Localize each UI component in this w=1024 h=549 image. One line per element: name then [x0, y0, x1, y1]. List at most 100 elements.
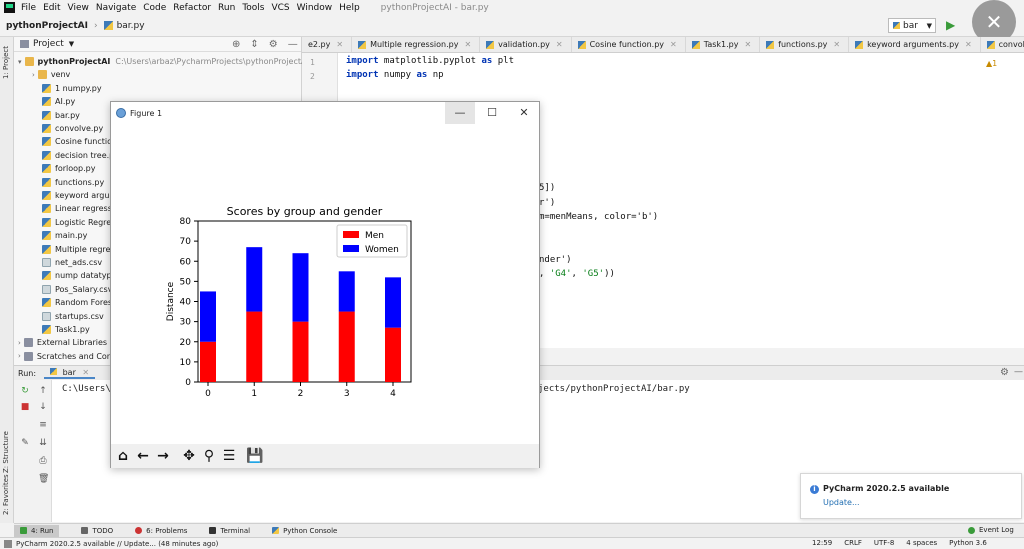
- favorites-tool-tab[interactable]: 2: Favorites: [2, 474, 10, 515]
- minimize-button[interactable]: —: [445, 102, 475, 124]
- subplots-config-icon[interactable]: ☰: [219, 446, 239, 466]
- file-encoding[interactable]: UTF-8: [874, 539, 894, 547]
- home-icon[interactable]: ⌂: [113, 446, 133, 466]
- menu-item-window[interactable]: Window: [297, 3, 333, 13]
- run-tool-tab[interactable]: 4: Run: [14, 524, 60, 537]
- tree-item[interactable]: net_ads.csv: [42, 256, 102, 269]
- hide-icon[interactable]: —: [288, 39, 298, 50]
- chevron-right-icon[interactable]: ›: [32, 71, 35, 79]
- tree-item[interactable]: decision tree.py: [42, 149, 119, 162]
- arrow-up-icon[interactable]: ↑: [38, 386, 48, 396]
- editor-tab[interactable]: keyword arguments.py ✕: [849, 37, 981, 52]
- close-icon[interactable]: ✕: [336, 40, 343, 49]
- chevron-down-icon[interactable]: ▼: [69, 40, 74, 48]
- tree-item[interactable]: keyword argum: [42, 189, 117, 202]
- tree-item[interactable]: startups.csv: [42, 310, 104, 323]
- menu-item-tools[interactable]: Tools: [242, 3, 264, 13]
- pin-icon[interactable]: ✎: [20, 438, 30, 448]
- close-icon[interactable]: ✕: [965, 40, 972, 49]
- menu-item-edit[interactable]: Edit: [43, 3, 60, 13]
- figure-canvas[interactable]: Scores by group and gender Distance 0 10 20 3…: [111, 124, 539, 444]
- editor-tab[interactable]: Task1.py ✕: [686, 37, 761, 52]
- interpreter-setting[interactable]: Python 3.6: [949, 539, 987, 547]
- tree-item[interactable]: Cosine function: [42, 135, 117, 148]
- event-log-tool-tab[interactable]: Event Log: [968, 526, 1014, 534]
- hide-icon[interactable]: —: [1014, 367, 1023, 377]
- menu-item-help[interactable]: Help: [339, 3, 360, 13]
- tree-item[interactable]: Logistic Regres: [42, 216, 115, 229]
- editor-tab[interactable]: e2.py ✕: [302, 37, 353, 52]
- caret-position[interactable]: 12:59: [812, 539, 832, 547]
- chevron-right-icon[interactable]: ›: [18, 352, 21, 360]
- maximize-button[interactable]: ☐: [477, 102, 507, 124]
- todo-tool-tab[interactable]: TODO: [75, 527, 113, 535]
- warning-indicator[interactable]: ▲1: [986, 59, 997, 68]
- editor-tab[interactable]: validation.py ✕: [480, 37, 572, 52]
- breadcrumb-file[interactable]: bar.py: [117, 21, 145, 31]
- chevron-down-icon[interactable]: ▾: [18, 58, 22, 66]
- tree-item[interactable]: convolve.py: [42, 122, 103, 135]
- line-separator[interactable]: CRLF: [844, 539, 862, 547]
- editor-tab[interactable]: Cosine function.py ✕: [572, 37, 686, 52]
- print-icon[interactable]: ⎙: [38, 456, 48, 466]
- tree-item[interactable]: functions.py: [42, 176, 104, 189]
- chevron-right-icon[interactable]: ›: [18, 339, 21, 347]
- run-icon[interactable]: ▶: [946, 18, 960, 33]
- tree-item[interactable]: Task1.py: [42, 323, 90, 336]
- scroll-to-end-icon[interactable]: ⇊: [38, 438, 48, 448]
- tree-item[interactable]: bar.py: [42, 109, 80, 122]
- run-config-dropdown[interactable]: bar ▼: [888, 18, 936, 33]
- tree-item[interactable]: AI.py: [42, 95, 75, 108]
- breadcrumb-project[interactable]: pythonProjectAI: [6, 21, 88, 31]
- locate-icon[interactable]: ⊕: [232, 39, 240, 50]
- structure-tool-tab[interactable]: Z: Structure: [2, 431, 10, 473]
- tree-item[interactable]: ▾ pythonProjectAI C:\Users\arbaz\PycharmPr…: [18, 55, 309, 68]
- trash-icon[interactable]: 🗑: [38, 474, 49, 484]
- tree-item[interactable]: › External Libraries: [18, 336, 107, 349]
- menu-item-refactor[interactable]: Refactor: [173, 3, 211, 13]
- tree-item[interactable]: Linear regressic: [42, 202, 119, 215]
- menu-item-file[interactable]: File: [21, 3, 36, 13]
- save-icon[interactable]: 💾: [245, 446, 265, 466]
- tree-item[interactable]: main.py: [42, 229, 87, 242]
- forward-arrow-icon[interactable]: →: [153, 446, 173, 466]
- editor-tab[interactable]: functions.py ✕: [760, 37, 850, 52]
- tree-item[interactable]: › Scratches and Cons: [18, 350, 116, 363]
- close-icon[interactable]: ✕: [82, 368, 89, 377]
- terminal-tool-tab[interactable]: Terminal: [203, 527, 250, 535]
- arrow-down-icon[interactable]: ↓: [38, 402, 48, 412]
- tree-item[interactable]: Pos_Salary.csv: [42, 283, 112, 296]
- project-tool-tab[interactable]: 1: Project: [2, 46, 10, 79]
- gear-icon[interactable]: ⚙: [269, 39, 278, 50]
- project-panel-title[interactable]: Project: [33, 39, 64, 49]
- zoom-icon[interactable]: ⚲: [199, 446, 219, 466]
- back-arrow-icon[interactable]: ←: [133, 446, 153, 466]
- menu-item-vcs[interactable]: VCS: [271, 3, 289, 13]
- figure-title-bar[interactable]: Figure 1 — ☐ ✕: [111, 102, 539, 124]
- indent-setting[interactable]: 4 spaces: [906, 539, 937, 547]
- tree-item[interactable]: › venv: [32, 68, 70, 81]
- problems-tool-tab[interactable]: 6: Problems: [129, 527, 187, 535]
- update-link[interactable]: Update...: [823, 498, 860, 507]
- editor-tab[interactable]: Multiple regression.py ✕: [352, 37, 481, 52]
- menu-item-run[interactable]: Run: [218, 3, 235, 13]
- close-button[interactable]: ✕: [509, 102, 539, 124]
- tree-item[interactable]: Multiple regres: [42, 243, 115, 256]
- collapse-icon[interactable]: ⇕: [250, 39, 258, 50]
- status-message[interactable]: PyCharm 2020.2.5 available // Update... …: [16, 540, 218, 548]
- menu-item-code[interactable]: Code: [143, 3, 166, 13]
- python-console-tool-tab[interactable]: Python Console: [266, 527, 337, 535]
- menu-item-navigate[interactable]: Navigate: [96, 3, 136, 13]
- close-icon[interactable]: ✕: [744, 40, 751, 49]
- menu-item-view[interactable]: View: [68, 3, 89, 13]
- tree-item[interactable]: nump datatype: [42, 269, 116, 282]
- editor-tab[interactable]: convolve.py✕: [981, 37, 1024, 52]
- rerun-icon[interactable]: ↻: [20, 386, 30, 396]
- tree-item[interactable]: Random Forest: [42, 296, 115, 309]
- tree-item[interactable]: forloop.py: [42, 162, 95, 175]
- stop-icon[interactable]: ■: [20, 402, 30, 412]
- gear-icon[interactable]: ⚙: [1000, 367, 1009, 378]
- close-icon[interactable]: ✕: [556, 40, 563, 49]
- close-icon[interactable]: ✕: [670, 40, 677, 49]
- close-icon[interactable]: ✕: [833, 40, 840, 49]
